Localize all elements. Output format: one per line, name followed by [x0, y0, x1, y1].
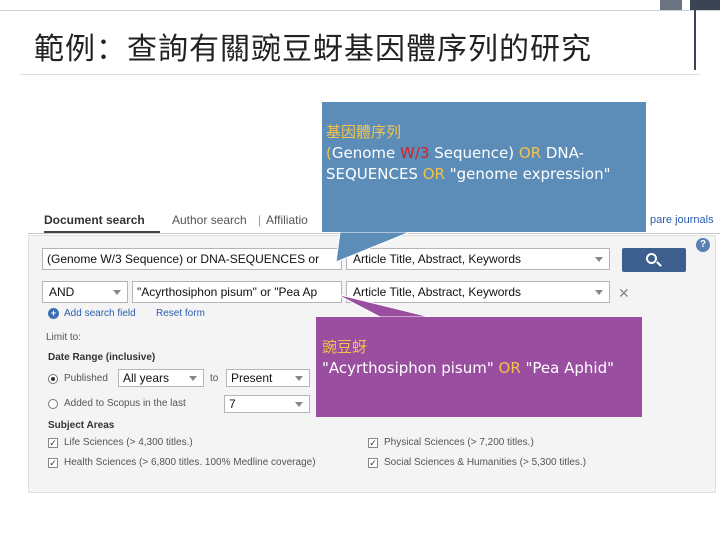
- callout-heading: 豌豆蚜: [322, 338, 368, 356]
- callout-query: "Acyrthosiphon pisum" OR "Pea Aphid": [322, 358, 642, 379]
- term: Genome: [331, 144, 401, 162]
- term: "Pea Aphid": [525, 359, 614, 377]
- boolean-operator: OR: [417, 165, 450, 183]
- boolean-operator: OR: [493, 359, 526, 377]
- proximity-operator: W/3: [400, 144, 430, 162]
- purple-callout-pointer: [335, 293, 431, 318]
- callout-query: (Genome W/3 Sequence) OR DNA-SEQUENCES O…: [326, 143, 646, 185]
- term: "Acyrthosiphon pisum": [322, 359, 494, 377]
- term: "genome expression": [449, 165, 611, 183]
- blue-callout-pointer: [335, 231, 411, 263]
- genome-sequence-callout: 基因體序列 (Genome W/3 Sequence) OR DNA-SEQUE…: [322, 102, 646, 232]
- term: Sequence): [429, 144, 515, 162]
- callout-heading: 基因體序列: [326, 123, 402, 141]
- callout-pointers: [335, 231, 431, 318]
- boolean-operator: OR: [514, 144, 546, 162]
- pea-aphid-callout: 豌豆蚜 "Acyrthosiphon pisum" OR "Pea Aphid": [316, 317, 642, 417]
